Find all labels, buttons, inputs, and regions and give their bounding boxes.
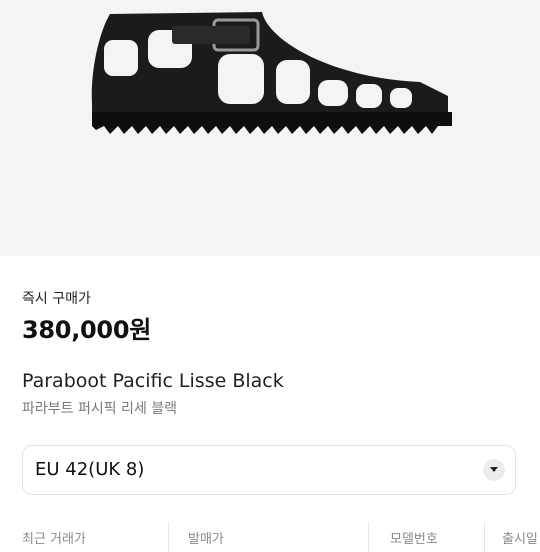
product-name-english: Paraboot Pacific Lisse Black: [22, 370, 284, 392]
price: 380,000원: [22, 316, 151, 344]
info-label-release-price: 발매가: [188, 532, 224, 547]
sandal-image: [91, 12, 452, 134]
info-label-recent-price: 최근 거래가: [22, 532, 86, 547]
chevron-down-icon[interactable]: [483, 459, 505, 481]
info-label-model-number: 모델번호: [390, 532, 438, 547]
product-image[interactable]: [0, 0, 540, 256]
product-name-korean: 파라부트 퍼시픽 리세 블랙: [22, 401, 178, 417]
divider: [368, 522, 369, 552]
divider: [168, 522, 169, 552]
product-info-row: 최근 거래가 발매가 모델번호 출시일: [0, 522, 540, 552]
instant-buy-label: 즉시 구매가: [22, 291, 91, 307]
info-label-release-date: 출시일: [502, 532, 538, 547]
divider: [484, 522, 485, 552]
size-select[interactable]: EU 42(UK 8): [22, 445, 516, 495]
size-value: EU 42(UK 8): [35, 459, 145, 480]
